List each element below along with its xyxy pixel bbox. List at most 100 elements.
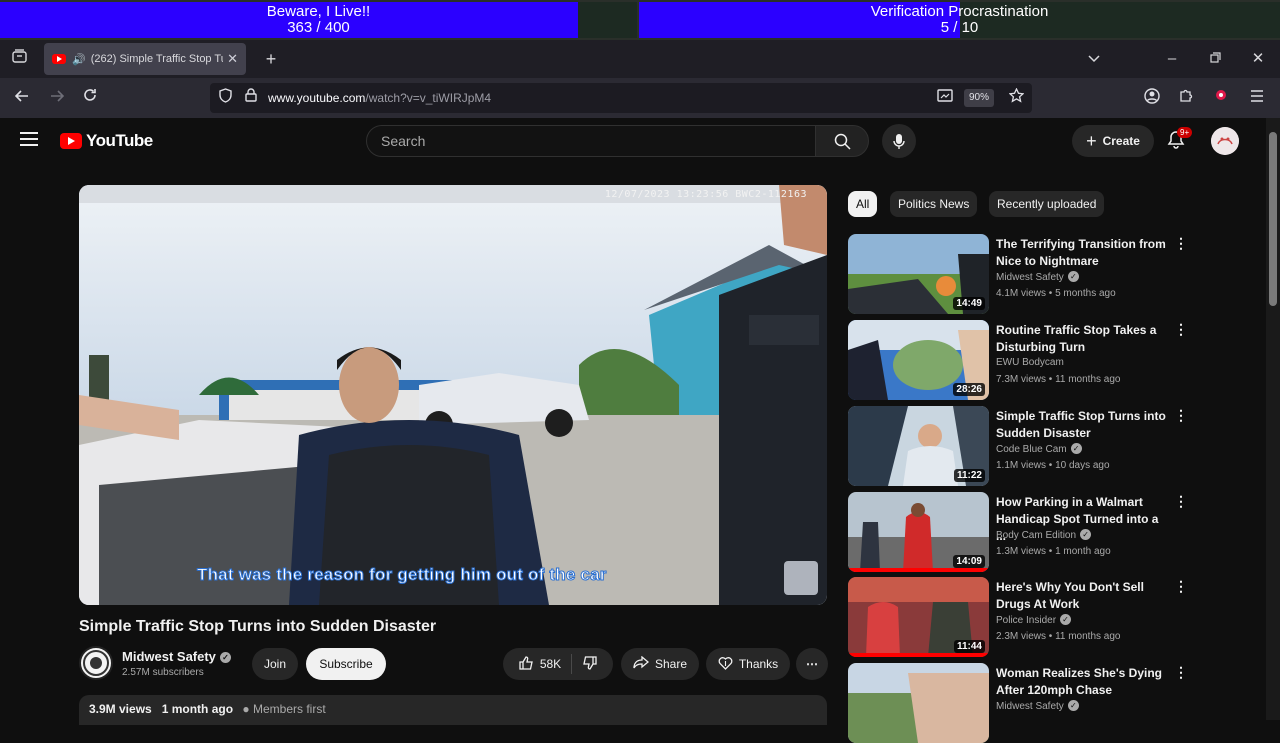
view-count: 3.9M views xyxy=(89,702,152,716)
duration-badge: 11:22 xyxy=(953,469,985,482)
verified-check-icon: ✓ xyxy=(1067,271,1079,282)
thanks-heart-dollar-icon xyxy=(718,656,733,673)
recommendation-item[interactable]: 14:09 How Parking in a Walmart Handicap … xyxy=(848,492,1188,572)
account-icon[interactable] xyxy=(1141,88,1163,108)
video-thumbnail[interactable]: 14:49 xyxy=(848,234,989,314)
video-thumbnail[interactable]: 11:22 xyxy=(848,406,989,486)
channel-name[interactable]: Midwest Safety ✓ xyxy=(122,649,231,664)
url-text[interactable]: www.youtube.com/watch?v=v_tiWIRJpM4 xyxy=(268,91,491,105)
recommendation-item[interactable]: Woman Realizes She's Dying After 120mph … xyxy=(848,663,1188,743)
recommendation-meta: 1.1M views • 10 days ago xyxy=(996,460,1110,471)
lock-icon[interactable] xyxy=(240,88,262,108)
address-bar[interactable]: www.youtube.com/watch?v=v_tiWIRJpM4 90% xyxy=(210,83,1032,113)
tab-list-chevron-down-icon[interactable] xyxy=(1083,49,1105,69)
bodycam-timestamp: 12/07/2023 13:23:56 BWC2-112163 xyxy=(604,189,807,200)
recommendation-meta: 7.3M views • 11 months ago xyxy=(996,374,1121,385)
progress-title: Verification Procrastination xyxy=(870,3,1049,20)
recommendation-channel: Code Blue Cam ✓ xyxy=(996,443,1082,455)
recommendation-item[interactable]: 11:44 Here's Why You Don't Sell Drugs At… xyxy=(848,577,1188,657)
progress-bar-beware: Beware, I Live!! 363 / 400 xyxy=(0,2,637,38)
kebab-menu-icon[interactable]: ⋮ xyxy=(1174,494,1188,508)
recommendation-channel: EWU Bodycam xyxy=(996,357,1064,368)
back-arrow-icon[interactable] xyxy=(11,88,33,108)
close-tab-icon[interactable]: ✕ xyxy=(227,51,238,67)
video-thumbnail[interactable]: 11:44 xyxy=(848,577,989,657)
recommendation-item[interactable]: 28:26 Routine Traffic Stop Takes a Distu… xyxy=(848,320,1188,400)
tab-overview-icon[interactable] xyxy=(8,49,30,69)
progress-value: 5 / 10 xyxy=(940,19,979,36)
reload-icon[interactable] xyxy=(79,88,101,108)
plus-icon: + xyxy=(1086,131,1097,151)
like-count[interactable]: 58K xyxy=(540,657,561,671)
video-thumbnail[interactable]: 14:09 xyxy=(848,492,989,572)
new-tab-icon[interactable]: + xyxy=(260,49,282,69)
tracking-protection-shield-icon[interactable] xyxy=(214,88,236,108)
progress-value: 363 / 400 xyxy=(287,19,350,36)
minimize-window-icon[interactable]: – xyxy=(1161,49,1183,69)
user-avatar[interactable] xyxy=(1211,127,1239,155)
video-thumbnail[interactable] xyxy=(848,663,989,743)
channel-watermark-icon[interactable] xyxy=(784,561,818,595)
youtube-logo[interactable]: YouTube xyxy=(60,131,153,151)
video-caption: That was the reason for getting him out … xyxy=(197,565,607,585)
extension-record-icon[interactable] xyxy=(1210,88,1232,108)
voice-search-button[interactable] xyxy=(882,124,916,158)
create-button[interactable]: + Create xyxy=(1072,125,1154,157)
members-first-label: Members first xyxy=(253,702,326,716)
thanks-button[interactable]: Thanks xyxy=(706,648,790,680)
create-label: Create xyxy=(1102,134,1140,148)
restore-window-icon[interactable] xyxy=(1204,49,1226,69)
search-input[interactable]: Search xyxy=(366,125,816,157)
extensions-puzzle-icon[interactable] xyxy=(1175,88,1197,108)
like-dislike-group: 58K xyxy=(503,648,613,680)
kebab-menu-icon[interactable]: ⋮ xyxy=(1174,236,1188,250)
share-button[interactable]: Share xyxy=(621,648,699,680)
members-first-icon: ● xyxy=(242,702,250,716)
recommendation-title: Woman Realizes She's Dying After 120mph … xyxy=(996,666,1163,697)
video-player[interactable]: 12/07/2023 13:23:56 BWC2-112163 That was… xyxy=(79,185,827,605)
recommendation-item[interactable]: 11:22 Simple Traffic Stop Turns into Sud… xyxy=(848,406,1188,486)
scrollbar-thumb[interactable] xyxy=(1269,132,1277,306)
description-box[interactable]: 3.9M views 1 month ago ● Members first xyxy=(79,695,827,725)
subscribe-button[interactable]: Subscribe xyxy=(306,648,386,680)
kebab-menu-icon[interactable]: ⋮ xyxy=(1174,579,1188,593)
picture-in-picture-icon[interactable] xyxy=(934,88,956,108)
bookmark-star-icon[interactable] xyxy=(1005,87,1027,108)
url-host: www.youtube.com xyxy=(268,91,366,105)
speaker-icon[interactable]: 🔊 xyxy=(72,53,86,66)
recommendation-channel: Police Insider ✓ xyxy=(996,614,1072,626)
video-title: Simple Traffic Stop Turns into Sudden Di… xyxy=(79,618,437,635)
stream-overlay: Beware, I Live!! 363 / 400 Verification … xyxy=(0,0,1280,40)
kebab-menu-icon[interactable]: ⋮ xyxy=(1174,665,1188,679)
channel-avatar[interactable] xyxy=(79,646,113,680)
chip-politics-news[interactable]: Politics News xyxy=(890,191,978,217)
close-window-icon[interactable]: ✕ xyxy=(1247,49,1269,69)
verified-check-icon: ✓ xyxy=(219,652,231,663)
zoom-level-badge[interactable]: 90% xyxy=(964,89,994,107)
kebab-menu-icon[interactable]: ⋮ xyxy=(1174,408,1188,422)
chip-recently-uploaded[interactable]: Recently uploaded xyxy=(989,191,1105,217)
more-actions-icon[interactable]: ⋯ xyxy=(796,648,828,680)
recommendation-meta: 1.3M views • 1 month ago xyxy=(996,546,1111,557)
join-button[interactable]: Join xyxy=(252,648,298,680)
video-thumbnail[interactable]: 28:26 xyxy=(848,320,989,400)
duration-badge: 11:44 xyxy=(953,640,985,653)
progress-bar-verification: Verification Procrastination 5 / 10 xyxy=(639,2,1280,38)
share-label: Share xyxy=(654,657,688,671)
forward-arrow-icon[interactable] xyxy=(46,88,68,108)
navigation-toolbar: www.youtube.com/watch?v=v_tiWIRJpM4 90% xyxy=(0,78,1280,118)
duration-badge: 28:26 xyxy=(953,383,985,396)
search-button[interactable] xyxy=(815,125,869,157)
thumbs-up-icon[interactable] xyxy=(519,655,534,673)
kebab-menu-icon[interactable]: ⋮ xyxy=(1174,322,1188,336)
chip-all[interactable]: All xyxy=(848,191,878,217)
tab-youtube-video[interactable]: 🔊 (262) Simple Traffic Stop Tu ✕ xyxy=(44,43,246,75)
app-menu-icon[interactable] xyxy=(1246,88,1268,108)
thumbs-down-icon[interactable] xyxy=(582,655,597,673)
recommendation-item[interactable]: 14:49 The Terrifying Transition from Nic… xyxy=(848,234,1188,314)
guide-menu-icon[interactable] xyxy=(20,132,38,146)
page-scrollbar[interactable] xyxy=(1266,118,1280,720)
verified-check-icon: ✓ xyxy=(1070,443,1082,454)
duration-badge: 14:49 xyxy=(953,297,985,310)
recommendation-meta: 4.1M views • 5 months ago xyxy=(996,288,1116,299)
